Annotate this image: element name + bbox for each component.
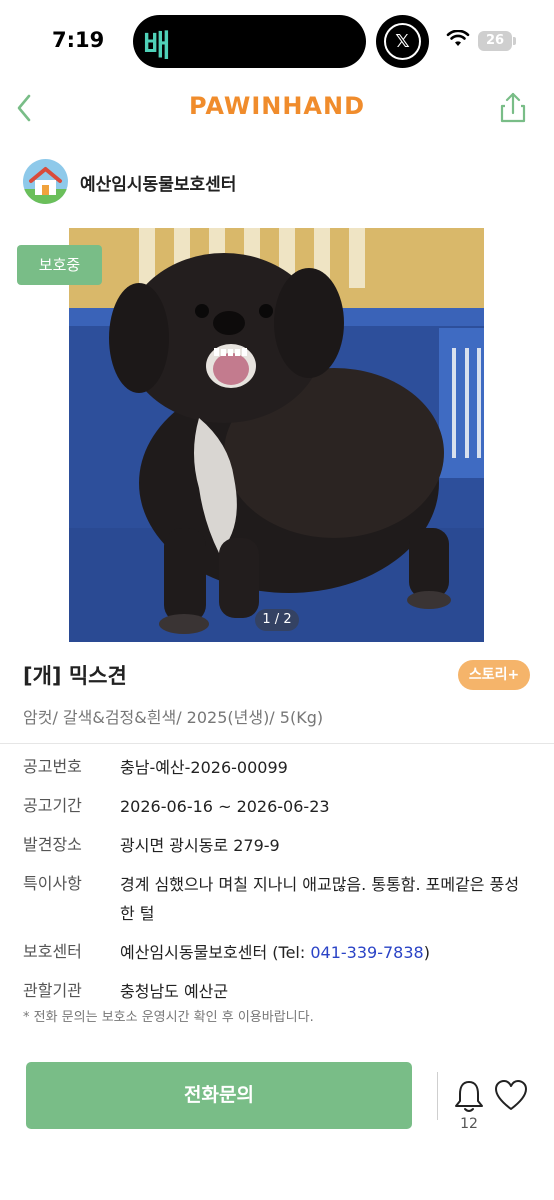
info-row-agency: 관할기관 충청남도 예산군 (23, 979, 533, 1006)
info-label: 관할기관 (23, 981, 82, 1000)
call-button[interactable]: 전화문의 (26, 1062, 412, 1129)
battery-tip (513, 37, 516, 45)
animal-photo[interactable] (69, 228, 484, 642)
brand-logo: PAWINHAND (188, 92, 366, 120)
info-label: 발견장소 (23, 835, 82, 854)
house-icon (23, 167, 68, 204)
bottom-divider (437, 1072, 438, 1120)
x-app-icon: 𝕏 (376, 15, 429, 68)
photo-page-indicator: 1 / 2 (255, 609, 299, 631)
alert-button[interactable] (452, 1078, 486, 1114)
special-features: 경계 심했으나 며칠 지나니 애교많음. 통통함. 포메같은 풍성한 털 (120, 875, 520, 923)
favorite-button[interactable] (493, 1078, 529, 1114)
shelter-profile[interactable]: 예산임시동물보호센터 (23, 156, 523, 208)
shelter-name: 예산임시동물보호센터 (80, 175, 237, 195)
bell-icon (455, 1081, 483, 1112)
info-label: 보호센터 (23, 942, 82, 961)
story-button[interactable]: 스토리+ (458, 660, 530, 690)
info-table: 공고번호 충남-예산-2026-00099 공고기간 2026-06-16 ~ … (23, 755, 533, 1018)
wifi-icon (446, 30, 470, 46)
section-divider (0, 743, 554, 744)
dog-photo-illustration (69, 228, 484, 642)
shelter-contact-close: ) (423, 943, 430, 962)
notice-number: 충남-예산-2026-00099 (120, 758, 288, 777)
alert-count: 12 (460, 1116, 478, 1132)
info-row-notice-number: 공고번호 충남-예산-2026-00099 (23, 755, 533, 782)
info-row-found-place: 발견장소 광시면 광시동로 279-9 (23, 833, 533, 860)
battery-icon: 26 (478, 31, 512, 51)
share-button[interactable] (496, 88, 530, 128)
share-icon (500, 92, 526, 123)
info-row-features: 특이사항 경계 심했으나 며칠 지나니 애교많음. 통통함. 포메같은 풍성한 … (23, 872, 533, 928)
info-label: 공고번호 (23, 757, 82, 776)
app-header: PAWINHAND (0, 80, 554, 136)
dynamic-island: 배 (133, 15, 366, 68)
jurisdiction-agency: 충청남도 예산군 (120, 982, 229, 1001)
protection-status-badge: 보호중 (17, 245, 102, 285)
notice-period: 2026-06-16 ~ 2026-06-23 (120, 797, 330, 816)
status-time: 7:19 (52, 28, 105, 52)
status-bar: 7:19 배 𝕏 26 (0, 0, 554, 80)
found-place: 광시면 광시동로 279-9 (120, 836, 280, 855)
island-app-icon: 배 (143, 29, 171, 64)
x-icon-glyph: 𝕏 (384, 23, 421, 60)
info-row-shelter: 보호센터 예산임시동물보호센터 (Tel: 041-339-7838) (23, 940, 533, 967)
info-label: 특이사항 (23, 874, 82, 893)
call-notice: * 전화 문의는 보호소 운영시간 확인 후 이용바랍니다. (23, 1010, 314, 1025)
animal-title: [개] 믹스견 (23, 664, 127, 688)
shelter-phone-link[interactable]: 041-339-7838 (310, 943, 423, 962)
shelter-contact-name: 예산임시동물보호센터 (Tel: (120, 943, 311, 962)
info-label: 공고기간 (23, 796, 82, 815)
info-row-period: 공고기간 2026-06-16 ~ 2026-06-23 (23, 794, 533, 821)
shelter-contact: 예산임시동물보호센터 (Tel: 041-339-7838) (120, 938, 533, 967)
heart-icon (495, 1080, 527, 1110)
shelter-logo (23, 159, 68, 204)
animal-summary: 암컷/ 갈색&검정&흰색/ 2025(년생)/ 5(Kg) (23, 708, 324, 727)
